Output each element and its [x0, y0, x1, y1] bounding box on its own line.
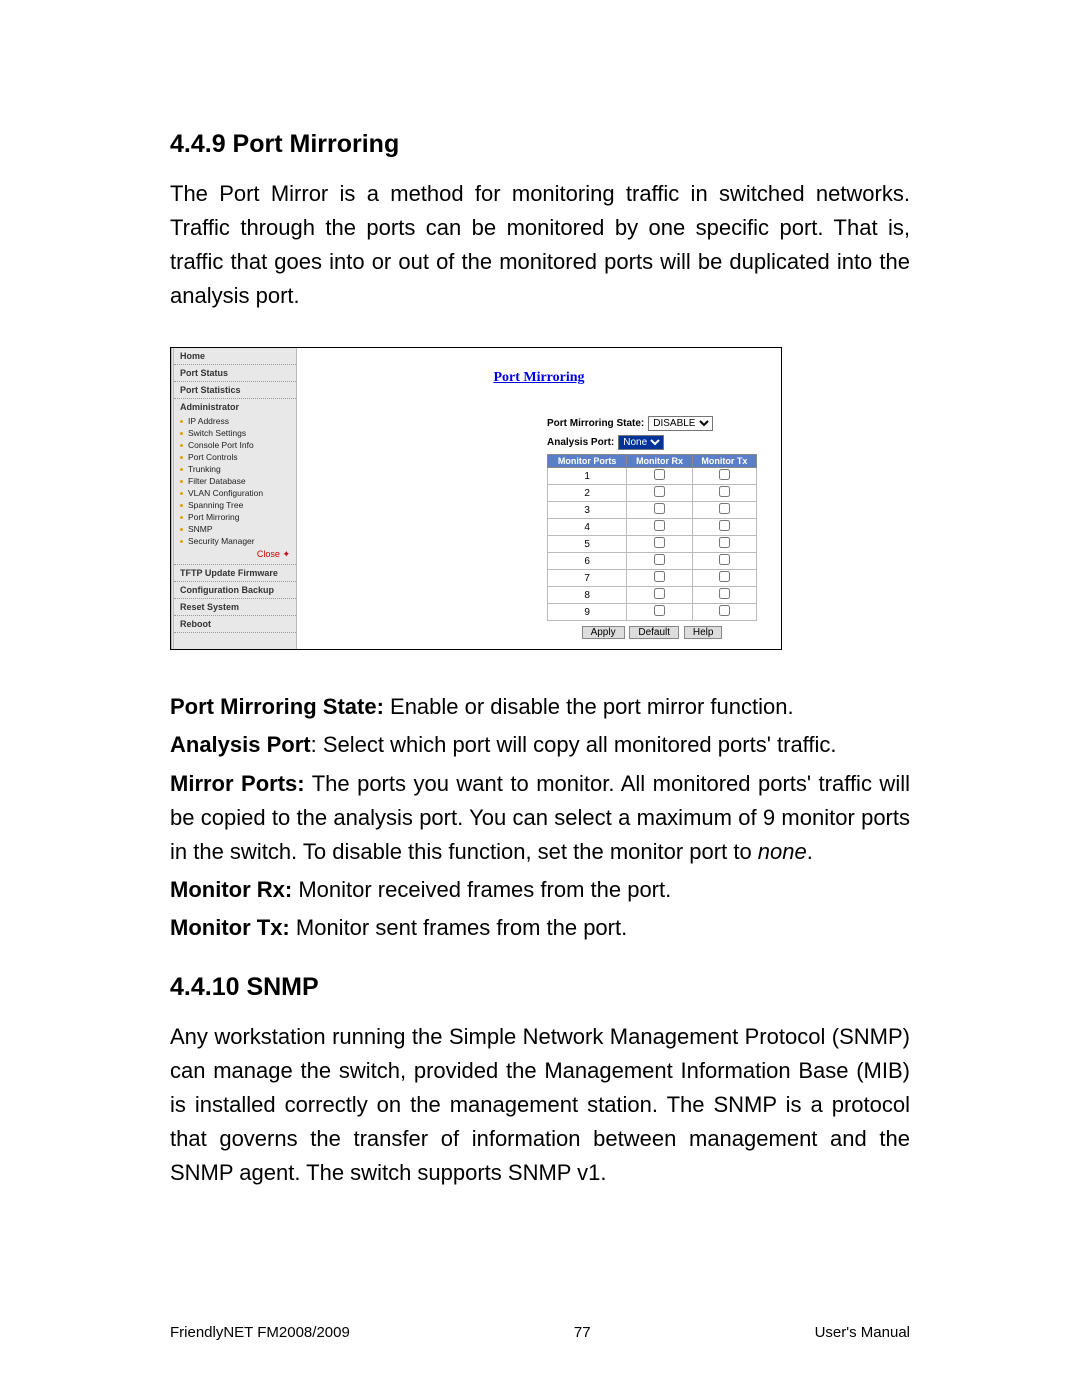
nav-sub-vlan-config[interactable]: VLAN Configuration	[174, 487, 296, 499]
nav-sidebar: Home Port Status Port Statistics Adminis…	[171, 348, 297, 649]
state-select[interactable]: DISABLE	[648, 416, 713, 431]
port-cell: 7	[548, 570, 627, 587]
table-row: 5	[548, 536, 757, 553]
nav-reset-system[interactable]: Reset System	[174, 599, 296, 616]
nav-reboot[interactable]: Reboot	[174, 616, 296, 633]
port-cell: 1	[548, 468, 627, 485]
analysis-label: Analysis Port:	[547, 437, 618, 448]
footer-right: User's Manual	[815, 1324, 910, 1341]
nav-home[interactable]: Home	[174, 348, 296, 365]
nav-sub-port-mirroring[interactable]: Port Mirroring	[174, 511, 296, 523]
nav-sub-security-manager[interactable]: Security Manager	[174, 535, 296, 547]
rx-checkbox[interactable]	[654, 503, 665, 514]
heading-port-mirroring: 4.4.9 Port Mirroring	[170, 130, 910, 159]
table-row: 4	[548, 519, 757, 536]
port-cell: 8	[548, 587, 627, 604]
port-cell: 6	[548, 553, 627, 570]
rx-checkbox[interactable]	[654, 520, 665, 531]
rx-checkbox[interactable]	[654, 571, 665, 582]
table-row: 3	[548, 502, 757, 519]
rx-checkbox[interactable]	[654, 469, 665, 480]
footer-page-number: 77	[574, 1324, 591, 1341]
tx-checkbox[interactable]	[719, 503, 730, 514]
table-row: 7	[548, 570, 757, 587]
def-monitor-tx: Monitor Tx: Monitor sent frames from the…	[170, 911, 910, 945]
analysis-select[interactable]: None	[618, 435, 664, 450]
def-monitor-rx: Monitor Rx: Monitor received frames from…	[170, 873, 910, 907]
footer-left: FriendlyNET FM2008/2009	[170, 1324, 350, 1341]
rx-checkbox[interactable]	[654, 605, 665, 616]
rx-checkbox[interactable]	[654, 588, 665, 599]
port-cell: 5	[548, 536, 627, 553]
nav-sub-trunking[interactable]: Trunking	[174, 463, 296, 475]
port-cell: 3	[548, 502, 627, 519]
nav-tftp[interactable]: TFTP Update Firmware	[174, 565, 296, 582]
port-cell: 4	[548, 519, 627, 536]
nav-sub-filter-database[interactable]: Filter Database	[174, 475, 296, 487]
heading-snmp: 4.4.10 SNMP	[170, 973, 910, 1002]
nav-config-backup[interactable]: Configuration Backup	[174, 582, 296, 599]
state-label: Port Mirroring State:	[547, 418, 648, 429]
nav-sub-snmp[interactable]: SNMP	[174, 523, 296, 535]
def-mirror-ports: Mirror Ports: The ports you want to moni…	[170, 767, 910, 869]
nav-sub-switch-settings[interactable]: Switch Settings	[174, 427, 296, 439]
content-title: Port Mirroring	[305, 354, 773, 414]
th-monitor-rx: Monitor Rx	[627, 455, 692, 468]
tx-checkbox[interactable]	[719, 486, 730, 497]
content-pane: Port Mirroring Port Mirroring State: DIS…	[297, 348, 781, 649]
th-monitor-tx: Monitor Tx	[692, 455, 756, 468]
table-row: 8	[548, 587, 757, 604]
nav-port-statistics[interactable]: Port Statistics	[174, 382, 296, 399]
table-row: 6	[548, 553, 757, 570]
tx-checkbox[interactable]	[719, 554, 730, 565]
nav-sub-ip-address[interactable]: IP Address	[174, 415, 296, 427]
tx-checkbox[interactable]	[719, 469, 730, 480]
table-row: 2	[548, 485, 757, 502]
nav-sub-port-controls[interactable]: Port Controls	[174, 451, 296, 463]
nav-port-status[interactable]: Port Status	[174, 365, 296, 382]
def-analysis: Analysis Port: Select which port will co…	[170, 728, 910, 762]
tx-checkbox[interactable]	[719, 571, 730, 582]
ports-table: Monitor Ports Monitor Rx Monitor Tx 1 2 …	[547, 454, 757, 621]
table-row: 9	[548, 604, 757, 621]
port-cell: 9	[548, 604, 627, 621]
def-state: Port Mirroring State: Enable or disable …	[170, 690, 910, 724]
tx-checkbox[interactable]	[719, 605, 730, 616]
rx-checkbox[interactable]	[654, 554, 665, 565]
apply-button[interactable]: Apply	[582, 626, 625, 639]
para-port-mirroring: The Port Mirror is a method for monitori…	[170, 177, 910, 313]
th-monitor-ports: Monitor Ports	[548, 455, 627, 468]
port-cell: 2	[548, 485, 627, 502]
screenshot-port-mirroring: Home Port Status Port Statistics Adminis…	[170, 347, 782, 650]
rx-checkbox[interactable]	[654, 486, 665, 497]
help-button[interactable]: Help	[684, 626, 723, 639]
tx-checkbox[interactable]	[719, 520, 730, 531]
close-icon: ✦	[282, 549, 290, 559]
nav-administrator[interactable]: Administrator	[174, 399, 296, 415]
table-row: 1	[548, 468, 757, 485]
nav-sub-console-port-info[interactable]: Console Port Info	[174, 439, 296, 451]
tx-checkbox[interactable]	[719, 537, 730, 548]
rx-checkbox[interactable]	[654, 537, 665, 548]
nav-sub-spanning-tree[interactable]: Spanning Tree	[174, 499, 296, 511]
page-footer: FriendlyNET FM2008/2009 77 User's Manual	[170, 1324, 910, 1341]
para-snmp: Any workstation running the Simple Netwo…	[170, 1020, 910, 1190]
nav-close[interactable]: Close ✦	[174, 547, 296, 565]
tx-checkbox[interactable]	[719, 588, 730, 599]
default-button[interactable]: Default	[629, 626, 679, 639]
